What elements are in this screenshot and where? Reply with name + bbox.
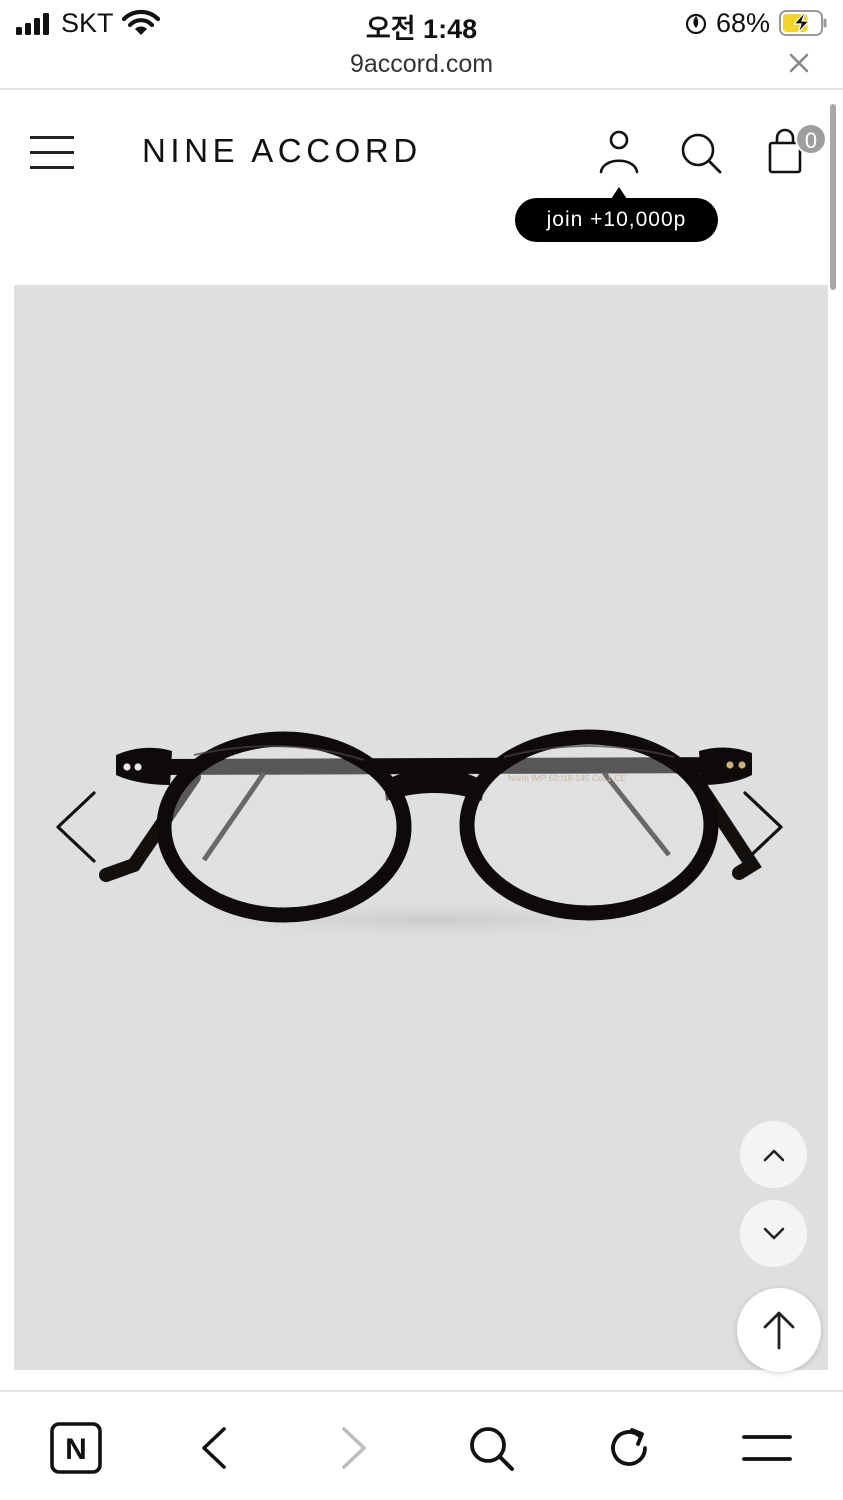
- chevron-right-icon[interactable]: [741, 790, 785, 864]
- search-icon[interactable]: [680, 132, 722, 174]
- reload-icon: [611, 1428, 647, 1466]
- focus-moon-icon: [685, 13, 707, 35]
- status-bar: SKT 오전 1:48 68%: [0, 0, 843, 46]
- back-icon: [202, 1427, 226, 1469]
- join-promo-tooltip[interactable]: join +10,000p: [515, 187, 718, 242]
- back-button[interactable]: [186, 1420, 242, 1476]
- site-logo[interactable]: NINE ACCORD: [142, 132, 422, 170]
- close-icon[interactable]: [787, 51, 811, 75]
- url-text[interactable]: 9accord.com: [0, 50, 843, 79]
- menu-icon[interactable]: [30, 136, 74, 170]
- product-image-slider[interactable]: Norm IMP 52□18-145 Col.1 CE: [14, 285, 828, 1370]
- arrow-up-icon: [763, 1311, 795, 1350]
- scroll-down-button[interactable]: [740, 1200, 807, 1267]
- battery-percent: 68%: [715, 7, 770, 38]
- chevron-up-icon: [763, 1149, 784, 1161]
- browser-url-bar[interactable]: 9accord.com: [0, 46, 843, 90]
- search-button[interactable]: [463, 1420, 519, 1476]
- forward-icon: [342, 1427, 366, 1469]
- user-icon[interactable]: [596, 130, 642, 174]
- reload-button[interactable]: [601, 1420, 657, 1476]
- scroll-up-button[interactable]: [740, 1121, 807, 1188]
- site-header: NINE ACCORD 0 join +10,000p: [0, 92, 843, 290]
- naver-home-icon: N: [50, 1422, 102, 1474]
- battery-charging-icon: [779, 10, 827, 36]
- svg-text:N: N: [65, 1433, 87, 1466]
- back-to-top-button[interactable]: [737, 1288, 821, 1372]
- scrollbar-thumb[interactable]: [830, 104, 836, 290]
- naver-home-button[interactable]: N: [48, 1420, 104, 1476]
- chevron-down-icon: [763, 1227, 784, 1239]
- forward-button[interactable]: [326, 1420, 382, 1476]
- menu-icon: [742, 1435, 792, 1461]
- eyeglasses-image: Norm IMP 52□18-145 Col.1 CE: [99, 729, 762, 942]
- browser-toolbar: N: [0, 1390, 843, 1500]
- menu-button[interactable]: [739, 1420, 795, 1476]
- search-icon: [470, 1427, 514, 1471]
- chevron-left-icon[interactable]: [54, 790, 98, 864]
- cart-count-badge: 0: [795, 123, 827, 155]
